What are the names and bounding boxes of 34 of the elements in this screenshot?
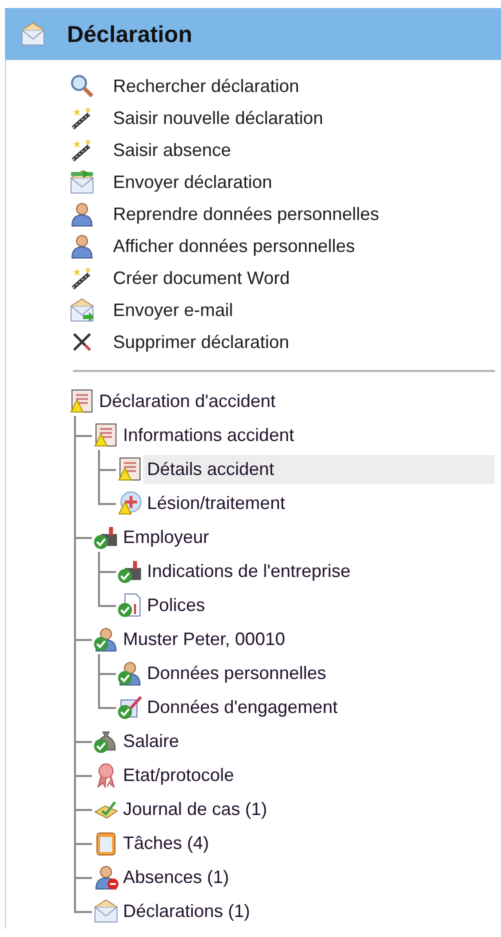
action-link[interactable]: Supprimer déclaration [113, 332, 290, 352]
tree-item[interactable]: Données personnelles [143, 658, 495, 688]
tree-item[interactable]: Déclaration d'accident [95, 386, 495, 416]
tree-item[interactable]: Employeur [119, 522, 495, 552]
tree-item[interactable]: Etat/protocole [119, 760, 495, 790]
action-link[interactable]: Saisir nouvelle déclaration [113, 108, 324, 128]
action-link[interactable]: Créer document Word [113, 268, 290, 288]
tree-item[interactable]: Salaire [119, 726, 495, 756]
action-link[interactable]: Envoyer déclaration [113, 172, 272, 192]
envelope-icon [93, 898, 119, 924]
tree-item[interactable]: Données d'engagement [143, 692, 495, 722]
tree-item[interactable]: Muster Peter, 00010 [119, 624, 495, 654]
tree-item[interactable]: Déclarations (1) [119, 896, 495, 926]
action-link[interactable]: Envoyer e-mail [113, 300, 234, 320]
envelope-icon [69, 297, 95, 323]
tree-item[interactable]: Polices [143, 590, 495, 620]
action-link[interactable]: Afficher données personnelles [113, 236, 355, 256]
tree-item[interactable]: Informations accident [119, 420, 495, 450]
tree-item[interactable]: Lésion/traitement [143, 488, 495, 518]
envelope-icon [19, 21, 47, 47]
tree-item[interactable]: Détails accident [143, 454, 495, 484]
search-icon [69, 73, 95, 99]
envelope-icon [69, 169, 95, 195]
action-link[interactable]: Reprendre données personnelles [113, 204, 380, 224]
action-link[interactable]: Rechercher déclaration [113, 76, 300, 96]
tree-item[interactable]: Tâches (4) [119, 828, 495, 858]
person-icon [69, 201, 95, 227]
tree-item[interactable]: Journal de cas (1) [119, 794, 495, 824]
action-link[interactable]: Saisir absence [113, 140, 232, 160]
tree-item[interactable]: Indications de l'entreprise [143, 556, 495, 586]
panel-title: Déclaration [67, 20, 192, 48]
person-icon [93, 864, 119, 890]
tree-item[interactable]: Absences (1) [119, 862, 495, 892]
person-icon [69, 233, 95, 259]
